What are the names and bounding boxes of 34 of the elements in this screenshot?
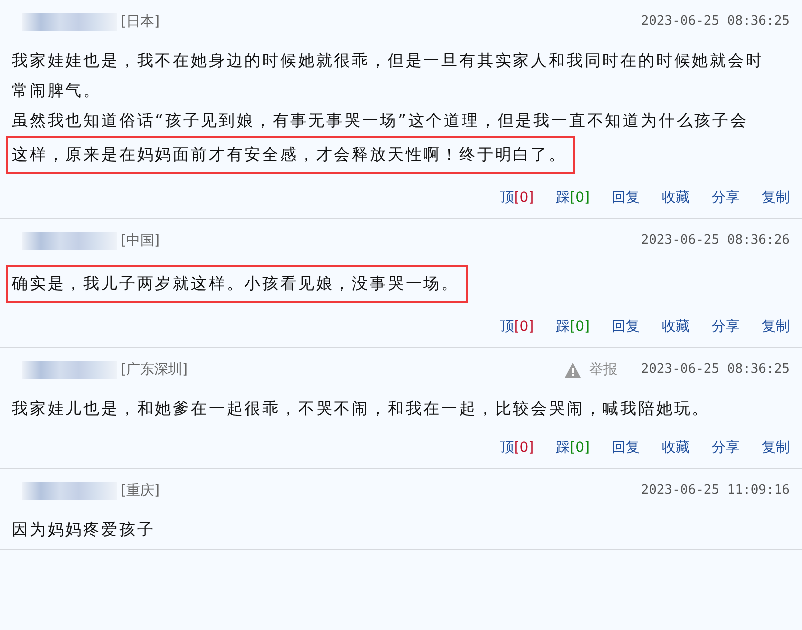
action-link[interactable]: 分享 xyxy=(712,438,740,458)
warning-icon xyxy=(565,362,582,378)
location-label: [日本] xyxy=(121,12,160,32)
comment-text: 我家娃娃也是，我不在她身边的时候她就很乖，但是一旦有其实家人和我同时在的时候她就会时 xyxy=(12,50,764,72)
location-label: [中国] xyxy=(121,232,160,250)
action-link[interactable]: 复制 xyxy=(762,188,790,208)
action-link[interactable]: 收藏 xyxy=(662,316,690,338)
action-link[interactable]: 回复 xyxy=(612,188,640,208)
comment-text: 这样，原来是在妈妈面前才有安全感，才会释放天性啊！终于明白了。 xyxy=(12,144,567,166)
comment-text: 因为妈妈疼爱孩子 xyxy=(12,519,156,541)
action-link[interactable]: 复制 xyxy=(762,316,790,338)
action-link[interactable]: 分享 xyxy=(712,188,740,208)
comment-text: 常闹脾气。 xyxy=(12,80,102,102)
timestamp: 2023-06-25 08:36:25 xyxy=(641,361,790,380)
comment-text: 我家娃儿也是，和她爹在一起很乖，不哭不闹，和我在一起，比较会哭闹，喊我陪她玩。 xyxy=(12,398,710,420)
action-link[interactable]: 顶[0] xyxy=(500,188,534,208)
action-link[interactable]: 收藏 xyxy=(662,188,690,208)
comment-text: 虽然我也知道俗话“孩子见到娘，有事无事哭一场”这个道理，但是我一直不知道为什么孩子会 xyxy=(12,110,748,132)
action-link[interactable]: 踩[0] xyxy=(556,438,590,458)
action-link[interactable]: 踩[0] xyxy=(556,316,590,338)
action-link[interactable]: 回复 xyxy=(612,316,640,338)
timestamp: 2023-06-25 08:36:25 xyxy=(641,13,790,32)
action-link[interactable]: 复制 xyxy=(762,438,790,458)
action-link[interactable]: 分享 xyxy=(712,316,740,338)
timestamp: 2023-06-25 08:36:26 xyxy=(641,232,790,250)
action-link[interactable]: 顶[0] xyxy=(500,316,534,338)
comment-text: 确实是，我儿子两岁就这样。小孩看见娘，没事哭一场。 xyxy=(12,273,460,295)
timestamp: 2023-06-25 11:09:16 xyxy=(641,482,790,500)
action-link[interactable]: 踩[0] xyxy=(556,188,590,208)
location-label: [重庆] xyxy=(121,482,160,500)
action-link[interactable]: 回复 xyxy=(612,438,640,458)
action-link[interactable]: 顶[0] xyxy=(500,438,534,458)
action-link[interactable]: 收藏 xyxy=(662,438,690,458)
location-label: [广东深圳] xyxy=(121,360,188,380)
